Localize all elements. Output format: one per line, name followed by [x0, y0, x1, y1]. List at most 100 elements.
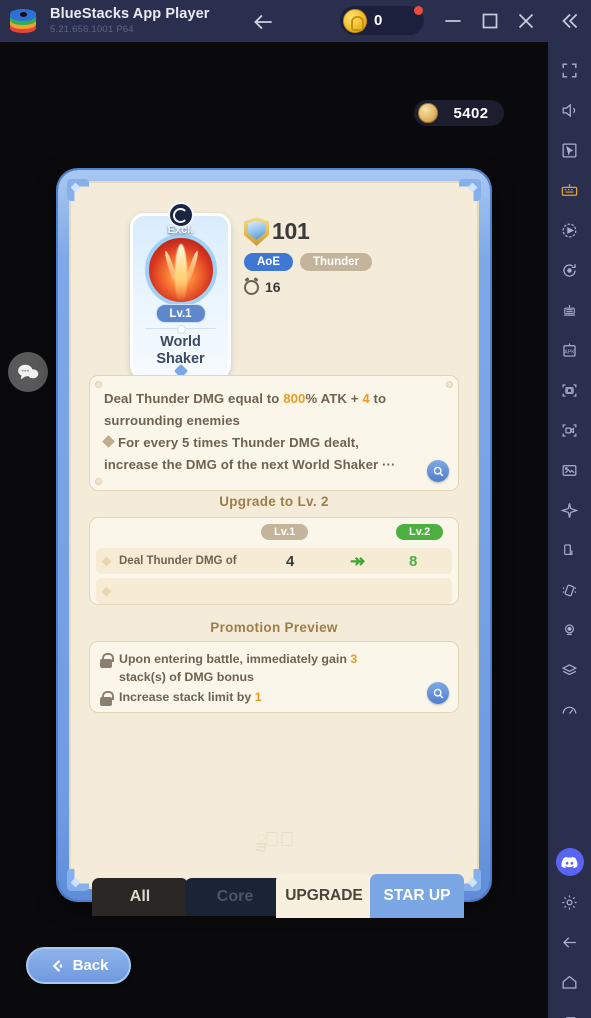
close-button[interactable] — [513, 8, 539, 34]
cooldown-row: 16 — [244, 279, 372, 295]
pin-ornament — [95, 478, 102, 485]
discord-icon[interactable] — [553, 842, 587, 882]
upgrade-row-label: Deal Thunder DMG of — [119, 555, 237, 567]
pin-ornament — [95, 381, 102, 388]
thunder-burst-icon — [144, 234, 217, 306]
volume-icon[interactable] — [553, 90, 587, 130]
tilt-device-icon[interactable] — [553, 530, 587, 570]
multi-instance-icon[interactable] — [553, 290, 587, 330]
tab-star-up[interactable]: STAR UP — [370, 874, 464, 918]
row-diamond-icon — [101, 586, 112, 596]
upgrade-value-to: 8 — [409, 552, 418, 570]
lock-icon — [100, 691, 114, 706]
bottom-ornament: ྯ❦ྮ — [255, 829, 295, 851]
layers-icon[interactable] — [553, 650, 587, 690]
screen-record-icon[interactable] — [553, 410, 587, 450]
macro-play-icon[interactable] — [553, 210, 587, 250]
upgrade-chip-from: Lv.1 — [261, 524, 309, 540]
app-window: BlueStacks App Player 5.21.656.1001 P64 … — [0, 0, 591, 1018]
desc-text: % ATK + — [305, 391, 363, 406]
skill-name: World Shaker — [133, 334, 228, 368]
titlebar-back-button[interactable] — [250, 9, 276, 33]
tag-aoe: AoE — [244, 253, 293, 271]
desc-text: Deal Thunder DMG equal to — [104, 391, 284, 406]
promo-text: Increase stack limit by — [119, 690, 255, 704]
magnify-icon[interactable] — [427, 460, 449, 482]
desc-highlight: 800 — [283, 391, 306, 406]
performance-meter-icon[interactable] — [553, 690, 587, 730]
coin-value: 0 — [374, 12, 383, 29]
desc-highlight: 4 — [362, 391, 370, 406]
android-back-icon[interactable] — [553, 922, 587, 962]
screenshot-icon[interactable] — [553, 370, 587, 410]
promo-highlight: 1 — [254, 690, 262, 704]
card-body: Excl. Lv.1 World Shaker 101 AoE Thunder … — [67, 179, 479, 889]
skill-detail-card: Excl. Lv.1 World Shaker 101 AoE Thunder … — [58, 170, 490, 900]
upgrade-row-empty — [96, 578, 452, 604]
diamond-bullet-icon — [102, 435, 115, 448]
svg-text:APK: APK — [564, 349, 575, 355]
corner-ornament — [67, 179, 89, 201]
coin-notification-badge — [414, 6, 423, 15]
minimize-button[interactable] — [440, 8, 466, 34]
location-pin-icon[interactable] — [553, 610, 587, 650]
gold-coin-icon — [418, 103, 438, 123]
android-recents-icon[interactable] — [553, 1002, 587, 1018]
fullscreen-icon[interactable] — [553, 50, 587, 90]
collapse-sidebar-button[interactable] — [556, 8, 582, 34]
upgrade-section-title: Upgrade to Lv. 2 — [219, 494, 329, 509]
app-version: 5.21.656.1001 P64 — [50, 23, 134, 35]
upgrade-row: Deal Thunder DMG of 4 ↠ 8 — [96, 548, 452, 574]
description-line-1: Deal Thunder DMG equal to 800% ATK + 4 t… — [104, 388, 444, 410]
android-home-icon[interactable] — [553, 962, 587, 1002]
tab-core[interactable]: Core — [185, 878, 285, 916]
shake-icon[interactable] — [553, 570, 587, 610]
apk-install-icon[interactable]: APK — [553, 330, 587, 370]
upgrade-chip-to: Lv.2 — [396, 524, 444, 540]
description-line-2: surrounding enemies — [104, 413, 240, 428]
promotion-item: Upon entering battle, immediately gain 3… — [100, 650, 446, 686]
promotion-item-text: Upon entering battle, immediately gain 3… — [119, 650, 357, 686]
magnify-icon[interactable] — [427, 682, 449, 704]
title-block: BlueStacks App Player 5.21.656.1001 P64 — [50, 7, 210, 34]
tab-upgrade[interactable]: UPGRADE — [276, 874, 372, 918]
coin-icon — [343, 8, 367, 33]
tab-all[interactable]: All — [92, 878, 188, 916]
upgrade-arrow-icon: ↠ — [350, 550, 366, 571]
rotate-icon[interactable] — [553, 250, 587, 290]
upgrade-box: Lv.1 Lv.2 Deal Thunder DMG of 4 ↠ 8 — [89, 517, 459, 605]
app-title: BlueStacks App Player — [50, 6, 210, 23]
back-button[interactable]: Back — [26, 947, 131, 984]
lock-icon — [100, 653, 114, 668]
emulator-screen: 5402 Excl. Lv.1 World Shaker 101 AoE Thu… — [0, 42, 548, 1018]
media-manager-icon[interactable] — [553, 450, 587, 490]
gold-amount: 5402 — [453, 104, 489, 122]
tag-element: Thunder — [300, 253, 372, 271]
bluestacks-sidebar: APK — [548, 42, 591, 1018]
bluestacks-coin-pill[interactable]: 0 — [340, 6, 424, 35]
cursor-pointer-icon[interactable] — [553, 130, 587, 170]
desc-text: For every 5 times Thunder DMG dealt, — [118, 435, 360, 450]
divider — [145, 325, 216, 334]
promotion-item: Increase stack limit by 1 — [100, 688, 446, 706]
skill-stats: 101 AoE Thunder 16 — [244, 217, 372, 295]
desc-text: to — [369, 391, 387, 406]
chat-bubbles-icon[interactable] — [8, 352, 48, 392]
promotion-section-title: Promotion Preview — [210, 620, 338, 635]
exclusive-label: Excl. — [167, 224, 194, 236]
maximize-button[interactable] — [477, 8, 503, 34]
keyboard-controls-icon[interactable] — [553, 170, 587, 210]
row-diamond-icon — [101, 556, 112, 566]
description-line-3: For every 5 times Thunder DMG dealt, — [102, 432, 444, 454]
promo-highlight: 3 — [350, 652, 358, 666]
gear-icon[interactable] — [553, 882, 587, 922]
promo-text: stack(s) of DMG bonus — [119, 670, 254, 684]
description-line-4: increase the DMG of the next World Shake… — [104, 457, 396, 472]
skill-portrait[interactable]: Excl. Lv.1 World Shaker — [130, 202, 231, 385]
airplane-icon[interactable] — [553, 490, 587, 530]
skill-name-line1: World — [160, 334, 201, 350]
back-arrow-icon — [49, 957, 67, 975]
pin-ornament — [446, 381, 453, 388]
promotion-preview-box: Upon entering battle, immediately gain 3… — [89, 641, 459, 713]
gold-currency-pill[interactable]: 5402 — [414, 100, 504, 126]
